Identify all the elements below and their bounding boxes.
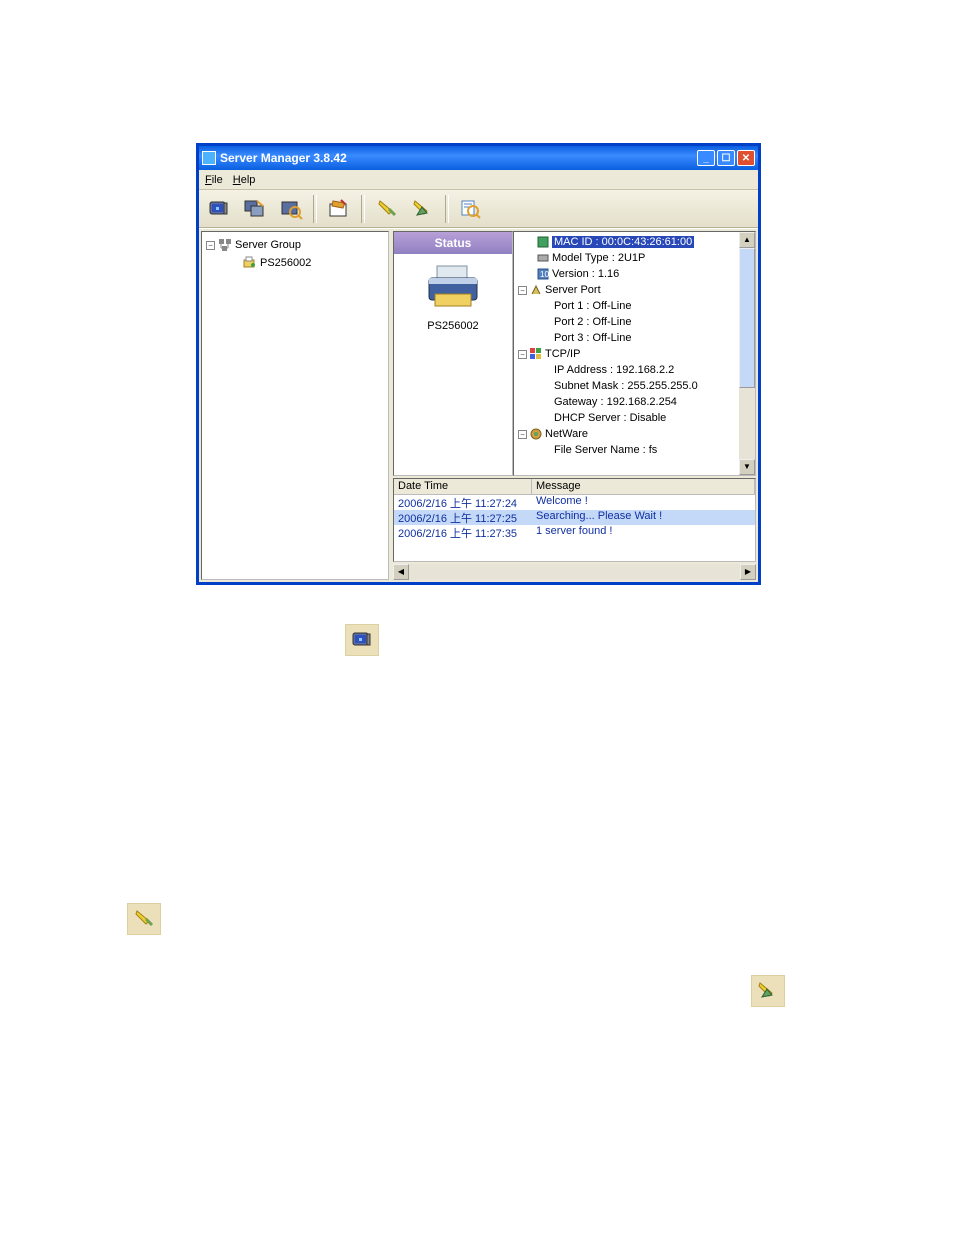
collapse-icon[interactable]: − bbox=[518, 286, 527, 295]
maximize-button[interactable]: ☐ bbox=[717, 150, 735, 166]
detail-tcpip[interactable]: −TCP/IP bbox=[514, 346, 739, 362]
detail-gateway[interactable]: Gateway : 192.168.2.254 bbox=[514, 394, 739, 410]
collapse-icon[interactable]: − bbox=[518, 430, 527, 439]
tree-root-label: Server Group bbox=[235, 239, 301, 251]
minimize-button[interactable]: _ bbox=[697, 150, 715, 166]
toolbar bbox=[199, 190, 758, 228]
scroll-right-button[interactable]: ▶ bbox=[740, 564, 756, 580]
chip-icon bbox=[536, 235, 550, 249]
tree-root[interactable]: − Server Group bbox=[206, 236, 384, 254]
status-pane: Status PS256002 bbox=[393, 231, 513, 476]
detail-port1[interactable]: Port 1 : Off-Line bbox=[514, 298, 739, 314]
log-pane: Date Time Message 2006/2/16 上午 11:27:24W… bbox=[393, 478, 756, 562]
version-icon: 10 bbox=[536, 267, 550, 281]
netware-icon bbox=[529, 427, 543, 441]
tree-pane[interactable]: − Server Group PS256002 bbox=[201, 231, 389, 580]
detail-wrapper: MAC ID : 00:0C:43:26:61:00 Model Type : … bbox=[513, 231, 756, 476]
server-group-icon bbox=[217, 237, 233, 253]
detail-mac-id[interactable]: MAC ID : 00:0C:43:26:61:00 bbox=[514, 234, 739, 250]
detail-tree[interactable]: MAC ID : 00:0C:43:26:61:00 Model Type : … bbox=[514, 232, 739, 475]
refresh-server-button[interactable] bbox=[239, 193, 271, 225]
close-button[interactable]: ✕ bbox=[737, 150, 755, 166]
detail-port3[interactable]: Port 3 : Off-Line bbox=[514, 330, 739, 346]
log-col-datetime[interactable]: Date Time bbox=[394, 479, 532, 495]
log-row[interactable]: 2006/2/16 上午 11:27:24Welcome ! bbox=[394, 495, 755, 510]
reboot-icon-inline bbox=[127, 903, 161, 935]
search-server-button[interactable] bbox=[203, 193, 235, 225]
server-icon bbox=[536, 251, 550, 265]
log-header: Date Time Message bbox=[394, 479, 755, 495]
svg-text:10: 10 bbox=[540, 270, 549, 279]
detail-fileserver[interactable]: File Server Name : fs bbox=[514, 442, 739, 458]
detail-model[interactable]: Model Type : 2U1P bbox=[514, 250, 739, 266]
tree-child-label: PS256002 bbox=[260, 257, 311, 269]
toolbar-separator bbox=[313, 195, 317, 223]
log-col-message[interactable]: Message bbox=[532, 479, 755, 495]
collapse-icon[interactable]: − bbox=[518, 350, 527, 359]
vertical-scrollbar[interactable]: ▲ ▼ bbox=[739, 232, 755, 475]
menu-file[interactable]: File bbox=[205, 174, 223, 186]
printer-icon bbox=[423, 262, 483, 312]
detail-version[interactable]: 10Version : 1.16 bbox=[514, 266, 739, 282]
titlebar[interactable]: Server Manager 3.8.42 _ ☐ ✕ bbox=[199, 146, 758, 170]
detail-port2[interactable]: Port 2 : Off-Line bbox=[514, 314, 739, 330]
upgrade-button[interactable] bbox=[407, 193, 439, 225]
tcpip-icon bbox=[529, 347, 543, 361]
port-icon bbox=[529, 283, 543, 297]
toolbar-separator bbox=[445, 195, 449, 223]
app-icon bbox=[202, 151, 216, 165]
window-title: Server Manager 3.8.42 bbox=[220, 151, 697, 165]
log-row[interactable]: 2006/2/16 上午 11:27:351 server found ! bbox=[394, 525, 755, 540]
setup-button[interactable] bbox=[323, 193, 355, 225]
search-server-icon-inline bbox=[345, 624, 379, 656]
tree-child[interactable]: PS256002 bbox=[206, 254, 384, 272]
collapse-icon[interactable]: − bbox=[206, 241, 215, 250]
scroll-down-button[interactable]: ▼ bbox=[739, 459, 755, 475]
scroll-thumb[interactable] bbox=[739, 248, 755, 388]
printer-name: PS256002 bbox=[394, 320, 512, 332]
properties-button[interactable] bbox=[275, 193, 307, 225]
search-detail-button[interactable] bbox=[455, 193, 487, 225]
scroll-up-button[interactable]: ▲ bbox=[739, 232, 755, 248]
main-body: − Server Group PS256002 Status PS256002 bbox=[199, 228, 758, 582]
server-manager-window: Server Manager 3.8.42 _ ☐ ✕ File Help bbox=[196, 143, 761, 585]
horizontal-scrollbar[interactable]: ◀ ▶ bbox=[393, 564, 756, 580]
reboot-button[interactable] bbox=[371, 193, 403, 225]
right-column: Status PS256002 MAC ID : 00:0C:43:26:61:… bbox=[393, 231, 756, 580]
detail-dhcp[interactable]: DHCP Server : Disable bbox=[514, 410, 739, 426]
status-header: Status bbox=[394, 232, 512, 254]
log-row[interactable]: 2006/2/16 上午 11:27:25Searching... Please… bbox=[394, 510, 755, 525]
detail-ip[interactable]: IP Address : 192.168.2.2 bbox=[514, 362, 739, 378]
toolbar-separator bbox=[361, 195, 365, 223]
upgrade-icon-inline bbox=[751, 975, 785, 1007]
menu-help[interactable]: Help bbox=[233, 174, 256, 186]
detail-subnet[interactable]: Subnet Mask : 255.255.255.0 bbox=[514, 378, 739, 394]
scroll-left-button[interactable]: ◀ bbox=[393, 564, 409, 580]
detail-server-port[interactable]: −Server Port bbox=[514, 282, 739, 298]
print-server-icon bbox=[242, 255, 258, 271]
detail-netware[interactable]: −NetWare bbox=[514, 426, 739, 442]
menubar: File Help bbox=[199, 170, 758, 190]
